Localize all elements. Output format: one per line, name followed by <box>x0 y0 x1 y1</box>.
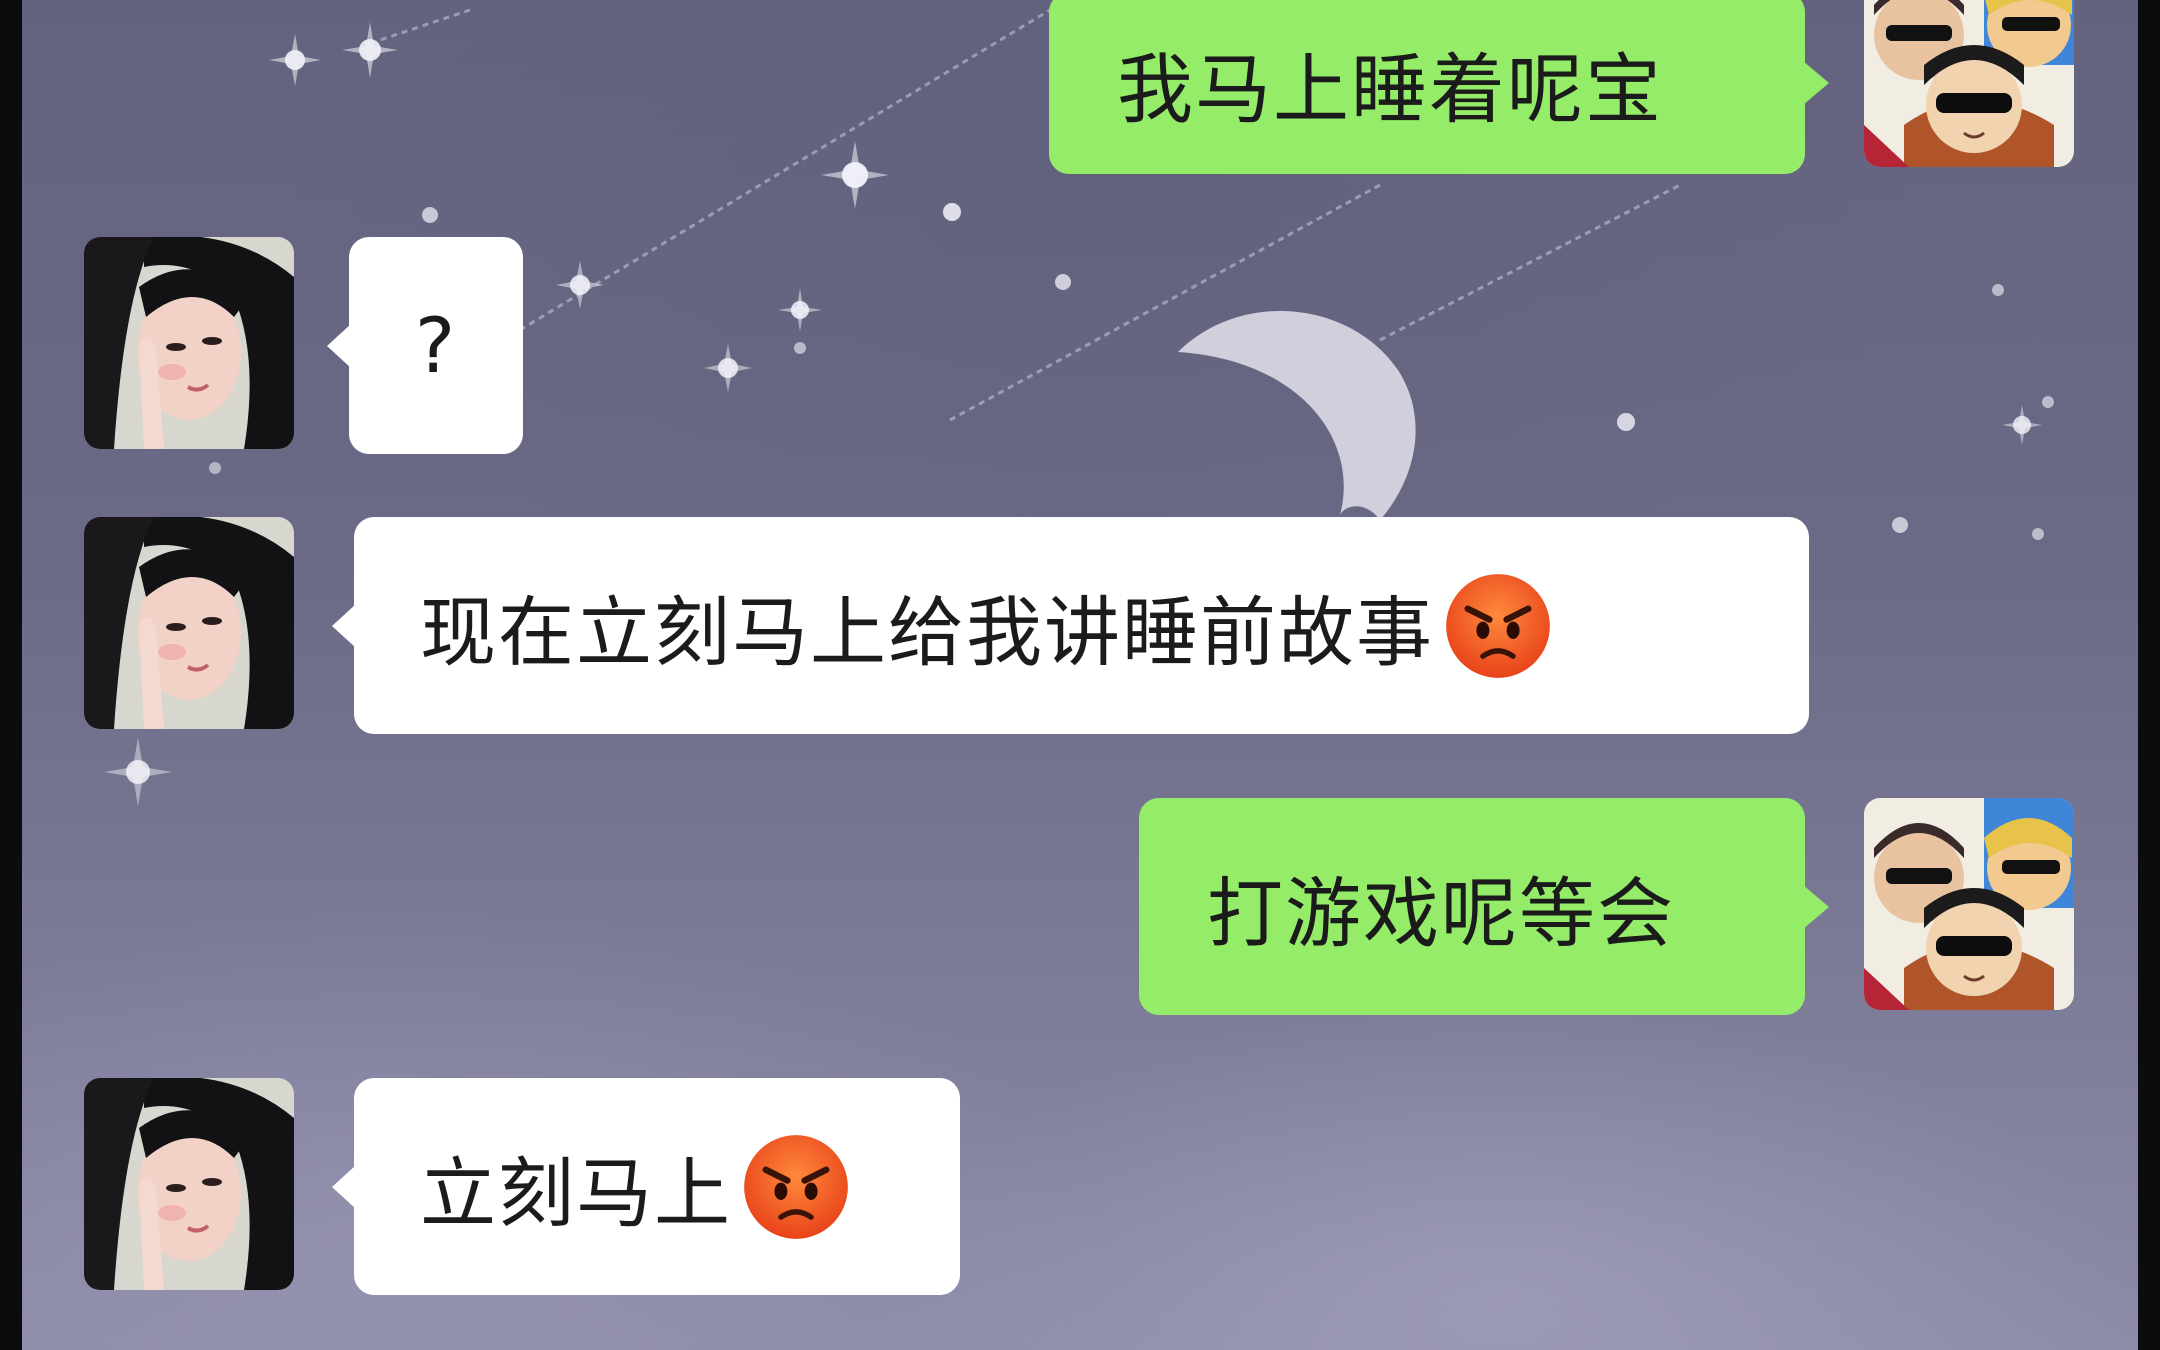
contact-avatar[interactable] <box>84 517 294 729</box>
chat-screen: 我马上睡着呢宝 ? 现在立刻马上给我讲睡前故事 打游戏呢等会 立刻马上 <box>0 0 2160 1350</box>
message-bubble-incoming[interactable]: ? <box>327 237 523 454</box>
message-text: 立刻马上 <box>420 1148 732 1238</box>
message-text: 打游戏呢等会 <box>1207 868 1675 958</box>
message-bubble-outgoing[interactable]: 我马上睡着呢宝 <box>1049 0 1829 174</box>
moon-icon <box>1178 310 1416 520</box>
my-avatar[interactable] <box>1864 0 2074 167</box>
my-avatar[interactable] <box>1864 798 2074 1010</box>
angry-face-emoji-icon <box>744 1134 848 1239</box>
cartoon-sunglasses-trio-avatar-icon <box>1864 0 2074 167</box>
message-text: ? <box>414 301 458 390</box>
message-bubble-incoming[interactable]: 现在立刻马上给我讲睡前故事 <box>332 517 1809 734</box>
angry-face-emoji-icon <box>1446 573 1550 678</box>
message-text: 我马上睡着呢宝 <box>1117 45 1663 134</box>
message-bubble-incoming[interactable]: 立刻马上 <box>332 1078 960 1295</box>
contact-avatar[interactable] <box>84 1078 294 1290</box>
message-bubble-outgoing[interactable]: 打游戏呢等会 <box>1139 798 1829 1015</box>
girl-photo-avatar-icon <box>84 517 294 729</box>
message-text: 现在立刻马上给我讲睡前故事 <box>420 587 1434 677</box>
girl-photo-avatar-icon <box>84 1078 294 1290</box>
girl-photo-avatar-icon <box>84 237 294 449</box>
cartoon-sunglasses-trio-avatar-icon <box>1864 798 2074 1010</box>
contact-avatar[interactable] <box>84 237 294 449</box>
